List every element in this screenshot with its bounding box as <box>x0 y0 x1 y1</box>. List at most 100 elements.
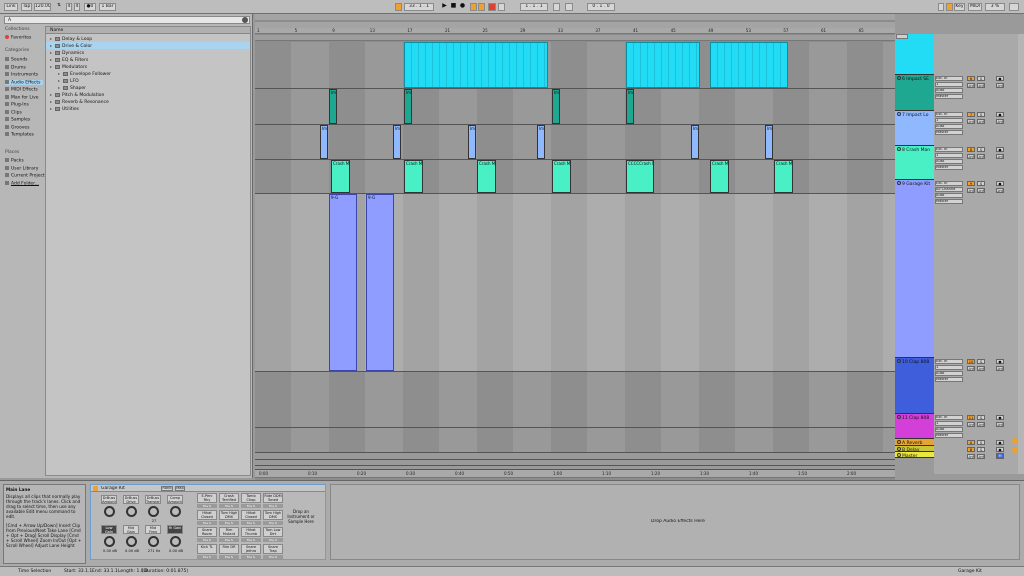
expand-triangle-icon[interactable]: ▸ <box>50 36 52 41</box>
send-a-field[interactable]: -inf <box>977 454 985 459</box>
browser-item[interactable]: ▸ Modulators <box>46 63 250 70</box>
session-record-icon[interactable] <box>488 3 496 11</box>
browser-item[interactable]: ▸ Pitch & Modulation <box>46 91 250 98</box>
solo-button[interactable]: S <box>977 112 985 117</box>
track-lane-9[interactable]: 9-G 9-G <box>255 194 895 372</box>
pad-controls[interactable]: M ▸ S <box>263 504 283 508</box>
name-column-header[interactable]: Name <box>46 27 250 34</box>
pad-controls[interactable]: M ▸ S <box>219 538 239 542</box>
input-type-menu[interactable]: Ext. In <box>935 147 963 152</box>
audio-clip[interactable]: Imp <box>626 89 634 124</box>
solo-button[interactable]: S <box>977 76 985 81</box>
browser-item[interactable]: ▸ EQ & Filters <box>46 56 250 63</box>
output-menu[interactable]: Master <box>935 165 963 170</box>
track-fold-icon[interactable] <box>897 453 901 457</box>
drum-pad[interactable]: Tom High DMX <box>219 510 239 520</box>
drum-pad[interactable]: Hihat Thumb <box>241 527 261 537</box>
drum-pad[interactable]: Hihat Closed <box>241 510 261 520</box>
browser-search-input[interactable]: A <box>4 16 250 24</box>
audio-clip[interactable]: Imp <box>468 125 476 159</box>
sidebar-place-add-folder-[interactable]: Add Folder... <box>5 180 39 186</box>
drum-pad[interactable]: Tamb Chop <box>241 493 261 503</box>
drum-pad[interactable]: Ride DDM Toned <box>263 493 283 503</box>
macro-6-knob[interactable] <box>126 536 137 547</box>
audio-clip[interactable]: CCCCCrash Ma <box>626 160 654 193</box>
track-fold-icon[interactable] <box>897 112 901 116</box>
track-lane-8[interactable]: Crash Ma Crash Ma Crash Ma Crash Ma CCCCCras… <box>255 160 895 194</box>
loop-length-field[interactable]: 0 . 1 . 0 <box>587 3 615 11</box>
output-menu[interactable]: Master <box>935 199 963 204</box>
sidebar-item-audio-effects[interactable]: Audio Effects <box>5 79 43 85</box>
output-menu[interactable]: Master <box>935 433 963 438</box>
solo-button[interactable]: S <box>977 147 985 152</box>
beat-ruler[interactable]: 1 5 9 13 17 21 25 29 33 37 41 45 49 53 57 61 65 <box>255 28 895 34</box>
browser-item[interactable]: ▸ Reverb & Resonance <box>46 98 250 105</box>
track-lane-11[interactable] <box>255 428 895 453</box>
main-lane-toggle[interactable] <box>896 34 908 39</box>
signature-numerator[interactable]: 4 <box>66 3 72 11</box>
sidebar-item-midi-effects[interactable]: MIDI Effects <box>5 87 38 93</box>
arm-button[interactable]: ● <box>996 440 1004 445</box>
sidebar-item-sounds[interactable]: Sounds <box>5 57 28 63</box>
track-header[interactable]: 6 Impact SE <box>895 75 934 111</box>
monitor-switch[interactable]: Auto <box>935 427 963 432</box>
key-map-button[interactable]: Key <box>954 3 965 11</box>
arm-button[interactable]: ● <box>996 76 1004 81</box>
browser-item[interactable]: ▸ Dynamics <box>46 49 250 56</box>
browser-item[interactable]: ▸ Envelope Follower <box>46 70 250 77</box>
overview-strip[interactable] <box>255 14 895 20</box>
monitor-switch[interactable]: Auto <box>935 193 963 198</box>
send-a-field[interactable]: -inf <box>977 366 985 371</box>
audio-clip[interactable]: Imp <box>320 125 328 159</box>
track-header[interactable]: 9 Garage Kit <box>895 180 934 358</box>
drum-pad[interactable]: E-Perc Rhy <box>197 493 217 503</box>
arm-button[interactable]: ● <box>996 181 1004 186</box>
device-activator-icon[interactable] <box>93 486 98 491</box>
arm-button[interactable]: ● <box>996 359 1004 364</box>
send-a-field[interactable]: -inf <box>977 154 985 159</box>
audio-clip[interactable]: Crash Ma <box>710 160 729 193</box>
input-type-menu[interactable]: Ext. In <box>935 181 963 186</box>
expand-triangle-icon[interactable]: ▸ <box>50 106 52 111</box>
solo-button[interactable]: S <box>977 440 985 445</box>
send-a-field[interactable]: -inf <box>977 422 985 427</box>
browser-item[interactable]: ▸ Shaper <box>46 84 250 91</box>
send-b-field[interactable]: -inf <box>996 83 1004 88</box>
drum-pad[interactable]: Snare Room <box>197 527 217 537</box>
expand-triangle-icon[interactable]: ▸ <box>50 43 52 48</box>
macro-2-knob[interactable] <box>126 506 137 517</box>
stop-icon[interactable]: ■ <box>450 3 457 11</box>
midi-clip[interactable]: 9-G <box>366 194 394 371</box>
input-channel-menu[interactable]: 1 <box>935 118 963 123</box>
pad-controls[interactable]: M ▸ S <box>241 521 261 525</box>
macro-5-knob[interactable] <box>104 536 115 547</box>
automation-arm-icon[interactable] <box>478 3 485 11</box>
drum-pad[interactable]: Hihat Closed <box>197 510 217 520</box>
expand-triangle-icon[interactable]: ▸ <box>50 64 52 69</box>
volume-field[interactable]: -inf <box>967 119 975 124</box>
overdub-icon[interactable] <box>470 3 477 11</box>
track-lane-6[interactable]: Imp Imp Imp Imp <box>255 89 895 125</box>
expand-triangle-icon[interactable]: ▸ <box>58 78 60 83</box>
solo-button[interactable]: S <box>977 359 985 364</box>
input-type-menu[interactable]: Ext. In <box>935 415 963 420</box>
send-a-field[interactable]: -inf <box>977 83 985 88</box>
sidebar-item-instruments[interactable]: Instruments <box>5 72 38 78</box>
track-activator[interactable]: A <box>967 440 975 445</box>
pad-controls[interactable]: M ▸ S <box>197 521 217 525</box>
volume-field[interactable]: -inf <box>967 154 975 159</box>
input-channel-menu[interactable]: 1 <box>935 153 963 158</box>
send-a-field[interactable]: -inf <box>977 188 985 193</box>
audio-clip[interactable]: Imp <box>393 125 401 159</box>
send-b-field[interactable]: -inf <box>996 154 1004 159</box>
arm-button[interactable]: ● <box>996 112 1004 117</box>
track-fold-icon[interactable] <box>897 359 901 363</box>
browser-item[interactable]: ▸ Drive & Color <box>46 42 250 49</box>
play-icon[interactable]: ▶ <box>441 3 448 11</box>
macro-4-knob[interactable] <box>170 506 181 517</box>
pad-controls[interactable]: M ▸ S <box>241 538 261 542</box>
send-b-field[interactable]: -inf <box>996 422 1004 427</box>
track-lane-7[interactable]: Imp Imp Imp Imp Imp Imp <box>255 125 895 160</box>
monitor-switch[interactable]: Auto <box>935 88 963 93</box>
track-fold-icon[interactable] <box>897 76 901 80</box>
